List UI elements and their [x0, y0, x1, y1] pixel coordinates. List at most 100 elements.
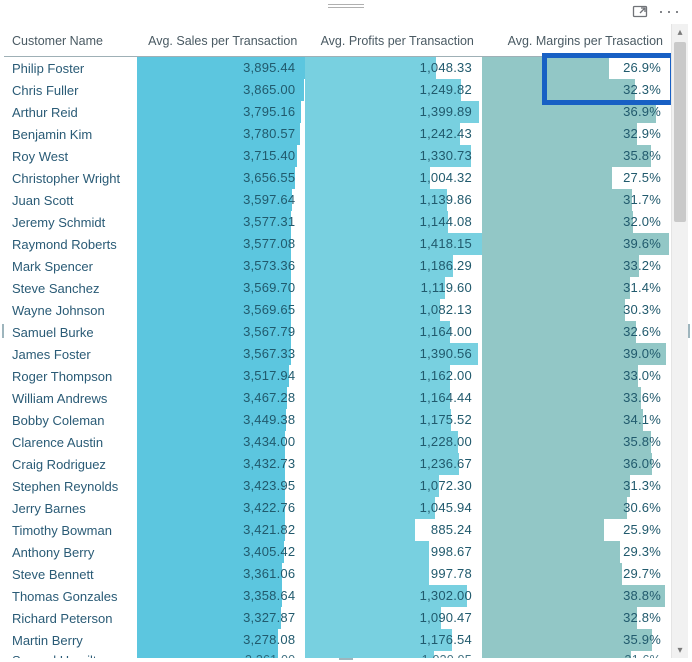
cell-name[interactable]: Stephen Reynolds [4, 475, 137, 497]
cell-name[interactable]: Chris Fuller [4, 79, 137, 101]
scroll-up-icon[interactable]: ▴ [672, 24, 688, 40]
resize-handle-bottom[interactable] [339, 658, 353, 660]
table-row[interactable]: Thomas Gonzales3,358.641,302.0038.8% [4, 585, 671, 607]
cell-sales[interactable]: 3,573.36 [137, 255, 305, 277]
cell-profit[interactable]: 1,072.30 [305, 475, 482, 497]
table-row[interactable]: Timothy Bowman3,421.82885.2425.9% [4, 519, 671, 541]
cell-margin[interactable]: 31.4% [482, 277, 671, 299]
cell-profit[interactable]: 1,030.95 [305, 651, 482, 658]
cell-name[interactable]: Benjamin Kim [4, 123, 137, 145]
cell-name[interactable]: Thomas Gonzales [4, 585, 137, 607]
resize-handle-right[interactable] [688, 324, 690, 338]
col-header-name[interactable]: Customer Name [4, 24, 137, 57]
cell-margin[interactable]: 35.8% [482, 431, 671, 453]
cell-profit[interactable]: 1,249.82 [305, 79, 482, 101]
table-row[interactable]: Arthur Reid3,795.161,399.8936.9% [4, 101, 671, 123]
cell-margin[interactable]: 29.3% [482, 541, 671, 563]
cell-name[interactable]: Philip Foster [4, 57, 137, 80]
table-row[interactable]: Christopher Wright3,656.551,004.3227.5% [4, 167, 671, 189]
cell-sales[interactable]: 3,261.00 [137, 651, 305, 658]
cell-sales[interactable]: 3,569.70 [137, 277, 305, 299]
cell-profit[interactable]: 1,418.15 [305, 233, 482, 255]
cell-name[interactable]: Jeremy Schmidt [4, 211, 137, 233]
cell-profit[interactable]: 1,164.00 [305, 321, 482, 343]
cell-sales[interactable]: 3,327.87 [137, 607, 305, 629]
cell-name[interactable]: Roy West [4, 145, 137, 167]
cell-name[interactable]: Juan Scott [4, 189, 137, 211]
table-row[interactable]: Craig Rodriguez3,432.731,236.6736.0% [4, 453, 671, 475]
cell-margin[interactable]: 27.5% [482, 167, 671, 189]
cell-sales[interactable]: 3,715.40 [137, 145, 305, 167]
table-row[interactable]: Chris Fuller3,865.001,249.8232.3% [4, 79, 671, 101]
cell-sales[interactable]: 3,434.00 [137, 431, 305, 453]
cell-name[interactable]: Arthur Reid [4, 101, 137, 123]
table-row[interactable]: Jerry Barnes3,422.761,045.9430.6% [4, 497, 671, 519]
cell-sales[interactable]: 3,517.94 [137, 365, 305, 387]
cell-margin[interactable]: 26.9% [482, 57, 671, 80]
cell-sales[interactable]: 3,597.64 [137, 189, 305, 211]
table-row[interactable]: Raymond Roberts3,577.081,418.1539.6% [4, 233, 671, 255]
cell-sales[interactable]: 3,577.31 [137, 211, 305, 233]
cell-margin[interactable]: 32.9% [482, 123, 671, 145]
table-row[interactable]: Richard Peterson3,327.871,090.4732.8% [4, 607, 671, 629]
cell-sales[interactable]: 3,358.64 [137, 585, 305, 607]
cell-name[interactable]: Mark Spencer [4, 255, 137, 277]
cell-name[interactable]: Craig Rodriguez [4, 453, 137, 475]
more-options-icon[interactable]: ··· [658, 6, 682, 18]
cell-margin[interactable]: 38.8% [482, 585, 671, 607]
cell-profit[interactable]: 1,048.33 [305, 57, 482, 80]
cell-margin[interactable]: 31.6% [482, 651, 671, 658]
cell-profit[interactable]: 1,176.54 [305, 629, 482, 651]
cell-profit[interactable]: 1,119.60 [305, 277, 482, 299]
table-row[interactable]: Mark Spencer3,573.361,186.2933.2% [4, 255, 671, 277]
cell-name[interactable]: Christopher Wright [4, 167, 137, 189]
cell-sales[interactable]: 3,405.42 [137, 541, 305, 563]
cell-name[interactable]: Wayne Johnson [4, 299, 137, 321]
data-table[interactable]: Customer Name Avg. Sales per Transaction… [4, 24, 671, 658]
cell-name[interactable]: Clarence Austin [4, 431, 137, 453]
cell-margin[interactable]: 32.8% [482, 607, 671, 629]
cell-name[interactable]: Steve Bennett [4, 563, 137, 585]
table-row[interactable]: Philip Foster3,895.441,048.3326.9% [4, 57, 671, 80]
table-row[interactable]: Martin Berry3,278.081,176.5435.9% [4, 629, 671, 651]
cell-margin[interactable]: 25.9% [482, 519, 671, 541]
focus-mode-icon[interactable] [632, 4, 648, 20]
cell-margin[interactable]: 33.6% [482, 387, 671, 409]
cell-margin[interactable]: 30.3% [482, 299, 671, 321]
cell-profit[interactable]: 1,228.00 [305, 431, 482, 453]
table-row[interactable]: Steve Bennett3,361.06997.7829.7% [4, 563, 671, 585]
cell-sales[interactable]: 3,423.95 [137, 475, 305, 497]
table-row[interactable]: Steve Sanchez3,569.701,119.6031.4% [4, 277, 671, 299]
cell-sales[interactable]: 3,361.06 [137, 563, 305, 585]
cell-profit[interactable]: 1,164.44 [305, 387, 482, 409]
table-row[interactable]: Jeremy Schmidt3,577.311,144.0832.0% [4, 211, 671, 233]
cell-profit[interactable]: 1,186.29 [305, 255, 482, 277]
cell-sales[interactable]: 3,865.00 [137, 79, 305, 101]
cell-profit[interactable]: 1,082.13 [305, 299, 482, 321]
drag-handle-icon[interactable] [328, 2, 364, 10]
cell-margin[interactable]: 31.7% [482, 189, 671, 211]
table-row[interactable]: Stephen Reynolds3,423.951,072.3031.3% [4, 475, 671, 497]
cell-profit[interactable]: 1,236.67 [305, 453, 482, 475]
cell-sales[interactable]: 3,567.79 [137, 321, 305, 343]
cell-margin[interactable]: 39.0% [482, 343, 671, 365]
cell-profit[interactable]: 997.78 [305, 563, 482, 585]
cell-sales[interactable]: 3,449.38 [137, 409, 305, 431]
cell-margin[interactable]: 33.0% [482, 365, 671, 387]
cell-sales[interactable]: 3,656.55 [137, 167, 305, 189]
cell-profit[interactable]: 1,390.56 [305, 343, 482, 365]
table-row[interactable]: Anthony Berry3,405.42998.6729.3% [4, 541, 671, 563]
cell-name[interactable]: Steve Sanchez [4, 277, 137, 299]
cell-sales[interactable]: 3,780.57 [137, 123, 305, 145]
cell-margin[interactable]: 33.2% [482, 255, 671, 277]
cell-profit[interactable]: 1,004.32 [305, 167, 482, 189]
table-row[interactable]: Samuel Hamilton3,261.001,030.9531.6% [4, 651, 671, 658]
cell-margin[interactable]: 32.3% [482, 79, 671, 101]
table-row[interactable]: Roger Thompson3,517.941,162.0033.0% [4, 365, 671, 387]
cell-profit[interactable]: 1,242.43 [305, 123, 482, 145]
cell-name[interactable]: Samuel Burke [4, 321, 137, 343]
cell-margin[interactable]: 32.6% [482, 321, 671, 343]
cell-profit[interactable]: 1,090.47 [305, 607, 482, 629]
cell-sales[interactable]: 3,577.08 [137, 233, 305, 255]
cell-margin[interactable]: 35.8% [482, 145, 671, 167]
